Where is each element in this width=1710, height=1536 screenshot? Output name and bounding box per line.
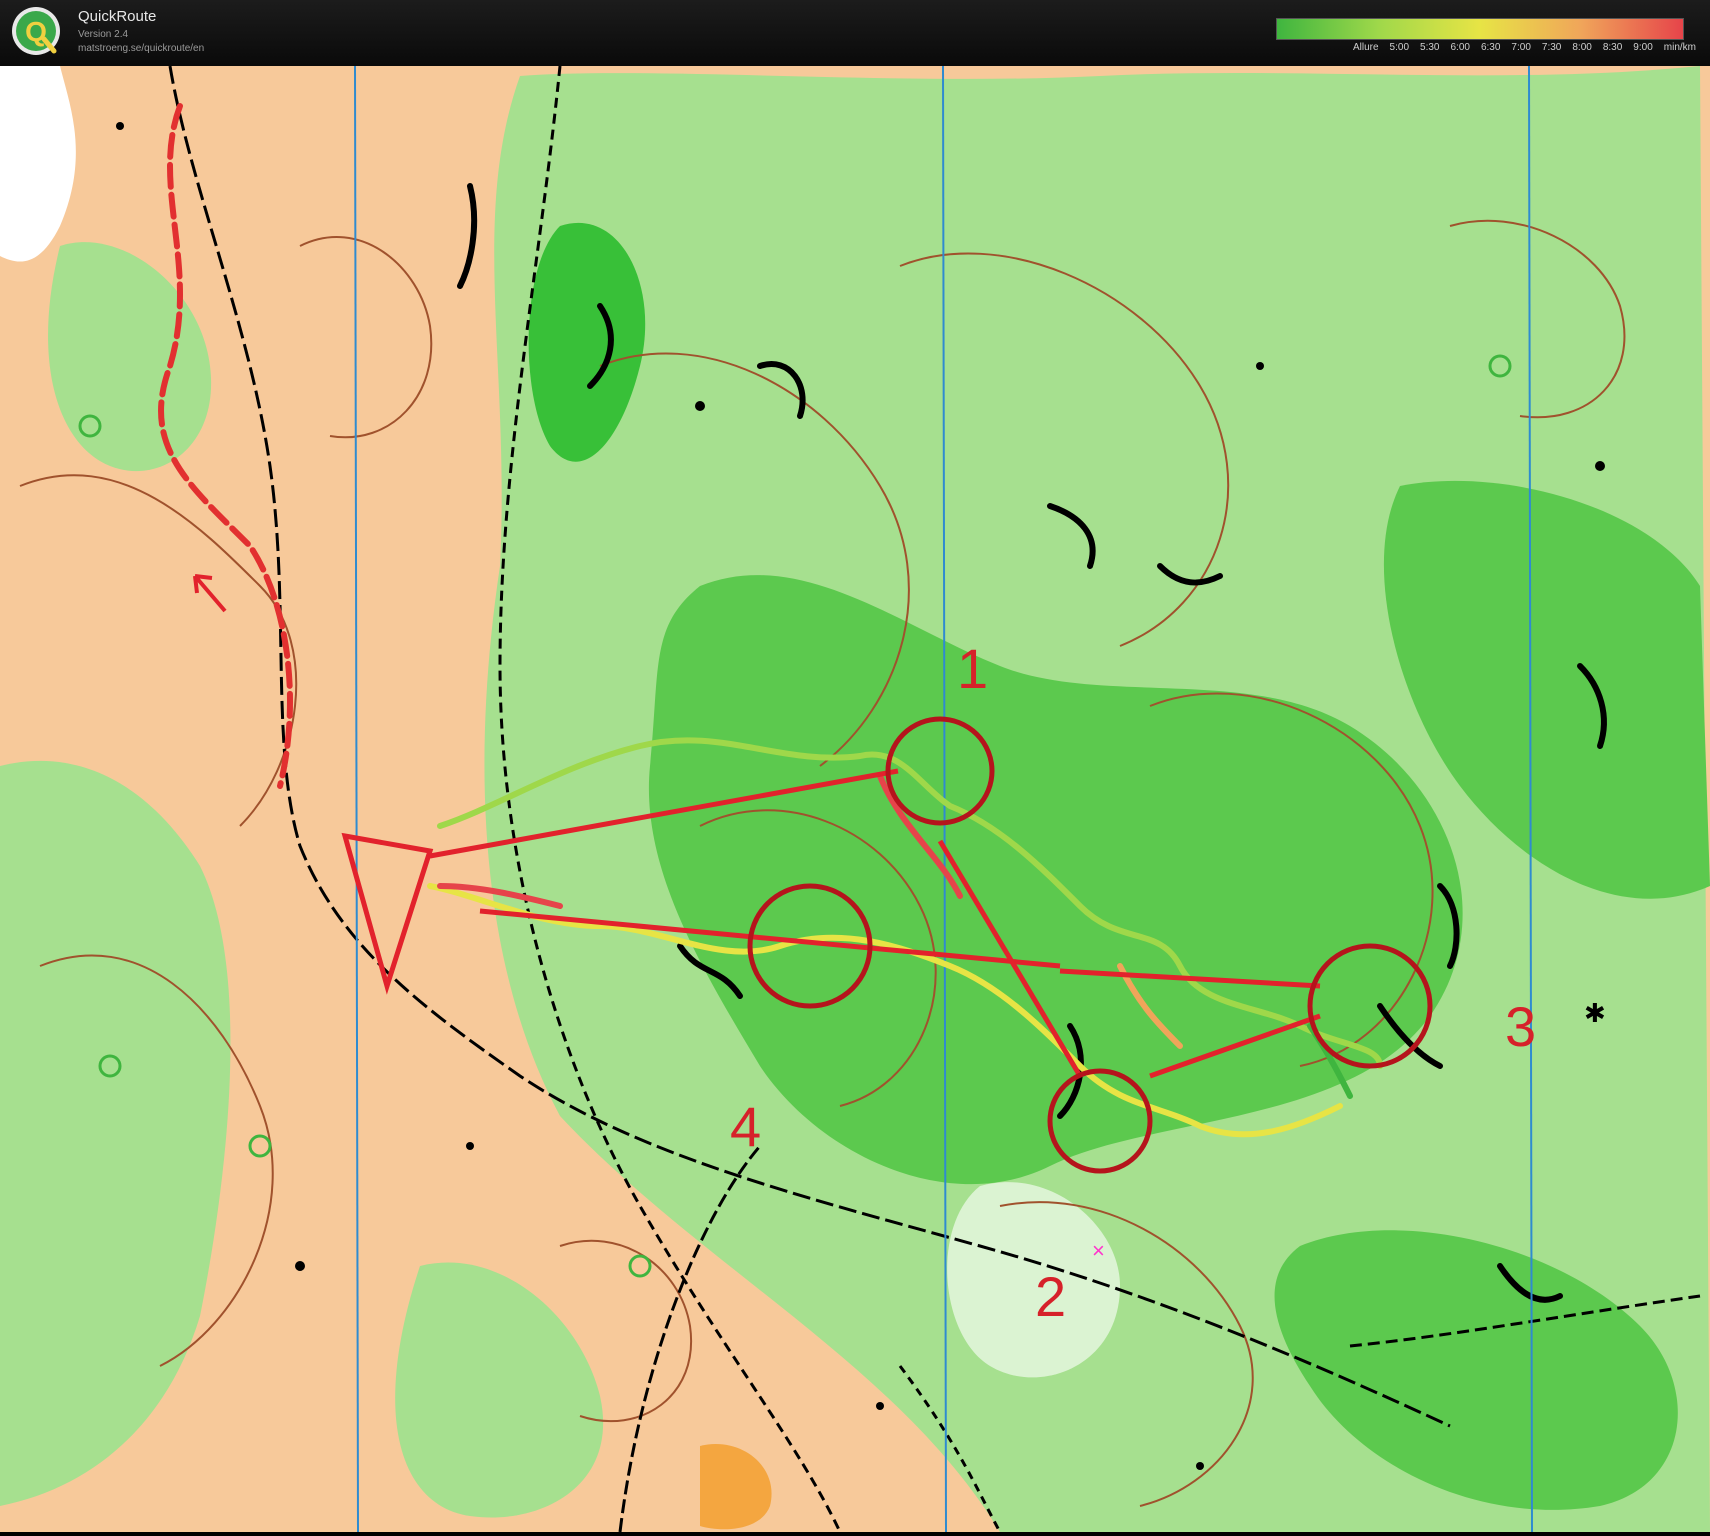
quickroute-logo-icon: Q [12,7,60,55]
pace-legend: Allure 5:00 5:30 6:00 6:30 7:00 7:30 8:0… [1276,18,1696,58]
legend-tick: 8:00 [1572,42,1592,53]
control-number-1: 1 [957,637,988,700]
legend-tick: 7:30 [1541,42,1562,53]
orienteering-map[interactable]: 1 2 3 4 × ✱ [0,65,1710,1533]
app-version: Version 2.4 [78,29,129,40]
app-header: Q QuickRoute Version 2.4 matstroeng.se/q… [0,0,1710,66]
map-canvas[interactable]: 1 2 3 4 × ✱ [0,65,1710,1533]
legend-tick: 7:00 [1511,42,1531,53]
legend-tick: 5:00 [1389,42,1410,53]
legend-tick: 9:00 [1633,42,1653,53]
legend-tick: 6:00 [1450,42,1470,53]
pace-gradient-bar [1276,18,1684,40]
control-number-2: 2 [1035,1265,1066,1328]
legend-tick: 5:30 [1420,42,1440,53]
special-object-icon: × [1092,1238,1105,1263]
app-title: QuickRoute [78,8,157,25]
control-number-3: 3 [1505,995,1536,1058]
pace-legend-labels: Allure 5:00 5:30 6:00 6:30 7:00 7:30 8:0… [1156,42,1696,53]
legend-tick: 8:30 [1602,42,1623,53]
control-number-4: 4 [730,1095,761,1158]
app-url[interactable]: matstroeng.se/quickroute/en [78,43,204,54]
legend-prefix: Allure [1352,42,1379,53]
legend-unit: min/km [1663,42,1696,53]
legend-tick: 6:30 [1480,42,1501,53]
special-feature-icon: ✱ [1584,998,1606,1028]
